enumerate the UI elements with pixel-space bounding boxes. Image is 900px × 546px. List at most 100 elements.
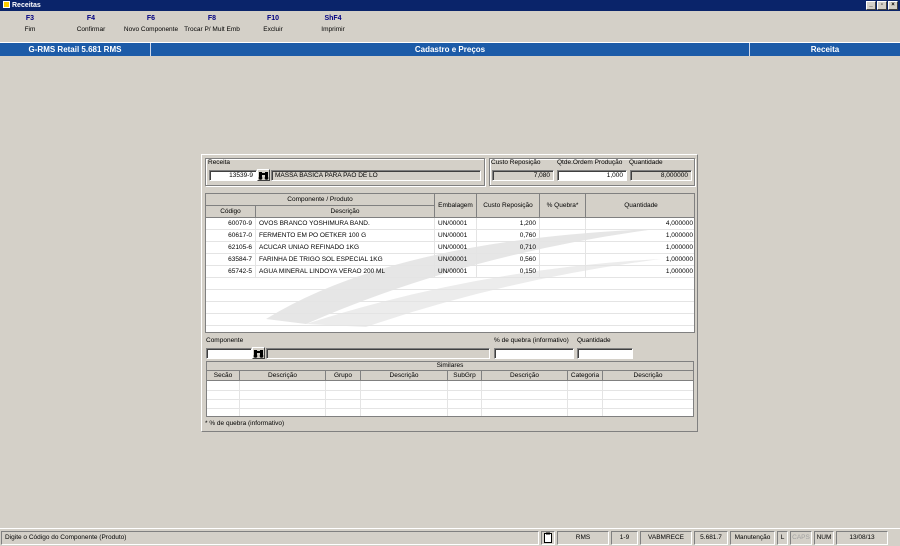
status-num: NUM	[814, 531, 834, 545]
status-version: 5.681.7	[694, 531, 728, 545]
fkey-label: Excluir	[263, 26, 283, 33]
col-grupo[interactable]: Grupo	[326, 371, 361, 381]
empty-row[interactable]	[206, 314, 694, 326]
status-store: 1-9	[611, 531, 638, 545]
col-subgrp-descricao[interactable]: Descrição	[482, 371, 568, 381]
imprimir-button[interactable]: ShF4 Imprimir	[302, 13, 364, 41]
group-header-componente: Componente / Produto	[206, 194, 435, 206]
quantidade-label: Quantidade	[629, 159, 663, 166]
row-quantidade: 1,000000	[665, 232, 693, 239]
fim-button[interactable]: F3 Fim	[0, 13, 60, 41]
restore-icon[interactable]: ▫	[877, 1, 887, 10]
status-caps: CAPS	[790, 531, 812, 545]
search-binoculars-button[interactable]	[257, 169, 270, 181]
row-codigo: 63584-7	[206, 254, 256, 266]
row-quantidade: 1,000000	[665, 268, 693, 275]
close-icon[interactable]: ×	[888, 1, 898, 10]
row-descricao: ACUCAR UNIAO REFINADO 1KG	[256, 242, 435, 254]
empty-row[interactable]	[206, 290, 694, 302]
status-mode: Manutenção	[730, 531, 775, 545]
col-quantidade[interactable]: Quantidade	[586, 194, 694, 218]
row-custo: 1,200	[477, 218, 540, 230]
quebra-label: % de quebra (informativo)	[494, 337, 569, 344]
empty-row[interactable]	[206, 278, 694, 290]
status-date: 13/08/13	[836, 531, 888, 545]
row-codigo: 62105-6	[206, 242, 256, 254]
row-embalagem: UN/00001	[435, 242, 477, 254]
row-descricao: OVOS BRANCO YOSHIMURA BAND.	[256, 218, 435, 230]
table-row[interactable]: 63584-7 FARINHA DE TRIGO SOL ESPECIAL 1K…	[206, 254, 694, 266]
row-descricao: FERMENTO EM PO OETKER 100 G	[256, 230, 435, 242]
col-embalagem[interactable]: Embalagem	[435, 194, 477, 218]
col-descricao[interactable]: Descrição	[256, 206, 435, 218]
receita-label: Receita	[208, 159, 231, 166]
quantidade-total-field: 8,000000	[630, 170, 692, 181]
quebra-footnote: * % de quebra (informativo)	[205, 420, 285, 427]
table-row[interactable]: 60617-0 FERMENTO EM PO OETKER 100 G UN/0…	[206, 230, 694, 242]
fkey-label: Confirmar	[76, 26, 106, 33]
custo-reposicao-field: 7,080	[492, 170, 554, 181]
componente-code-input[interactable]	[206, 348, 252, 359]
col-subgrp[interactable]: SubGrp	[448, 371, 482, 381]
excluir-button[interactable]: F10 Excluir	[244, 13, 302, 41]
row-quebra	[540, 266, 586, 278]
row-quantidade: 1,000000	[665, 244, 693, 251]
row-custo: 0,150	[477, 266, 540, 278]
header-bar: G-RMS Retail 5.681 RMS Cadastro e Preços…	[0, 42, 900, 56]
row-quebra	[540, 254, 586, 266]
app-version: G-RMS Retail 5.681 RMS	[0, 43, 151, 56]
receita-panel: Receita 13539-9 MASSA BASICA PARA PAO DE…	[201, 154, 698, 432]
row-codigo: 65742-5	[206, 266, 256, 278]
fkey-label: Imprimir	[321, 26, 345, 33]
col-secao[interactable]: Secão	[207, 371, 240, 381]
fkey-code: F8	[207, 15, 217, 22]
row-descricao: FARINHA DE TRIGO SOL ESPECIAL 1KG	[256, 254, 435, 266]
fkey-label: Trocar P/ Mult Emb	[184, 26, 240, 33]
fkey-code: F10	[266, 15, 280, 22]
trocar-mult-emb-button[interactable]: F8 Trocar P/ Mult Emb	[180, 13, 244, 41]
row-quebra	[540, 242, 586, 254]
qtde-ordem-field[interactable]: 1,000	[557, 170, 627, 181]
receita-code-field[interactable]: 13539-9	[209, 170, 257, 181]
componente-quantidade-input[interactable]	[577, 348, 633, 359]
status-message: Digite o Código do Componente (Produto)	[1, 531, 539, 545]
clipboard-icon	[541, 531, 555, 545]
col-categoria-descricao[interactable]: Descrição	[603, 371, 693, 381]
col-custo-reposicao[interactable]: Custo Reposição	[477, 194, 540, 218]
row-custo: 0,760	[477, 230, 540, 242]
function-key-toolbar: F3 Fim F4 Confirmar F6 Novo Componente F…	[0, 13, 364, 41]
col-grupo-descricao[interactable]: Descrição	[361, 371, 448, 381]
components-table[interactable]: Componente / Produto Código Descrição Em…	[205, 193, 695, 333]
status-system: RMS	[557, 531, 609, 545]
search-componente-button[interactable]	[252, 347, 265, 359]
table-row[interactable]: 62105-6 ACUCAR UNIAO REFINADO 1KG UN/000…	[206, 242, 694, 254]
fkey-label: Novo Componente	[123, 26, 179, 33]
row-custo: 0,710	[477, 242, 540, 254]
quebra-input[interactable]	[494, 348, 574, 359]
screen-title: Receita	[810, 45, 840, 54]
row-embalagem: UN/00001	[435, 218, 477, 230]
fkey-code: F3	[25, 15, 35, 22]
row-embalagem: UN/00001	[435, 266, 477, 278]
empty-row[interactable]	[206, 302, 694, 314]
col-quebra[interactable]: % Quebra*	[540, 194, 586, 218]
status-bar: Digite o Código do Componente (Produto) …	[0, 528, 900, 546]
novo-componente-button[interactable]: F6 Novo Componente	[122, 13, 180, 41]
col-categoria[interactable]: Categoria	[568, 371, 603, 381]
table-row[interactable]: 65742-5 AGUA MINERAL LINDOYA VERAO 200 M…	[206, 266, 694, 278]
minimize-icon[interactable]: _	[866, 1, 876, 10]
col-secao-descricao[interactable]: Descrição	[240, 371, 326, 381]
qtde-ordem-label: Qtde.Ordem Produção	[557, 159, 623, 166]
similares-title: Similares	[207, 362, 693, 371]
row-quebra	[540, 230, 586, 242]
confirmar-button[interactable]: F4 Confirmar	[60, 13, 122, 41]
table-row[interactable]: 60070-9 OVOS BRANCO YOSHIMURA BAND. UN/0…	[206, 218, 694, 230]
col-codigo[interactable]: Código	[206, 206, 256, 218]
similares-table[interactable]: Similares Secão Descrição Grupo Descriçã…	[206, 361, 694, 417]
row-quebra	[540, 218, 586, 230]
binoculars-icon	[253, 350, 264, 358]
similares-grid	[207, 381, 693, 416]
binoculars-icon	[258, 172, 269, 180]
row-descricao: AGUA MINERAL LINDOYA VERAO 200 ML	[256, 266, 435, 278]
window-title-bar: Receitas _ ▫ ×	[0, 0, 900, 11]
